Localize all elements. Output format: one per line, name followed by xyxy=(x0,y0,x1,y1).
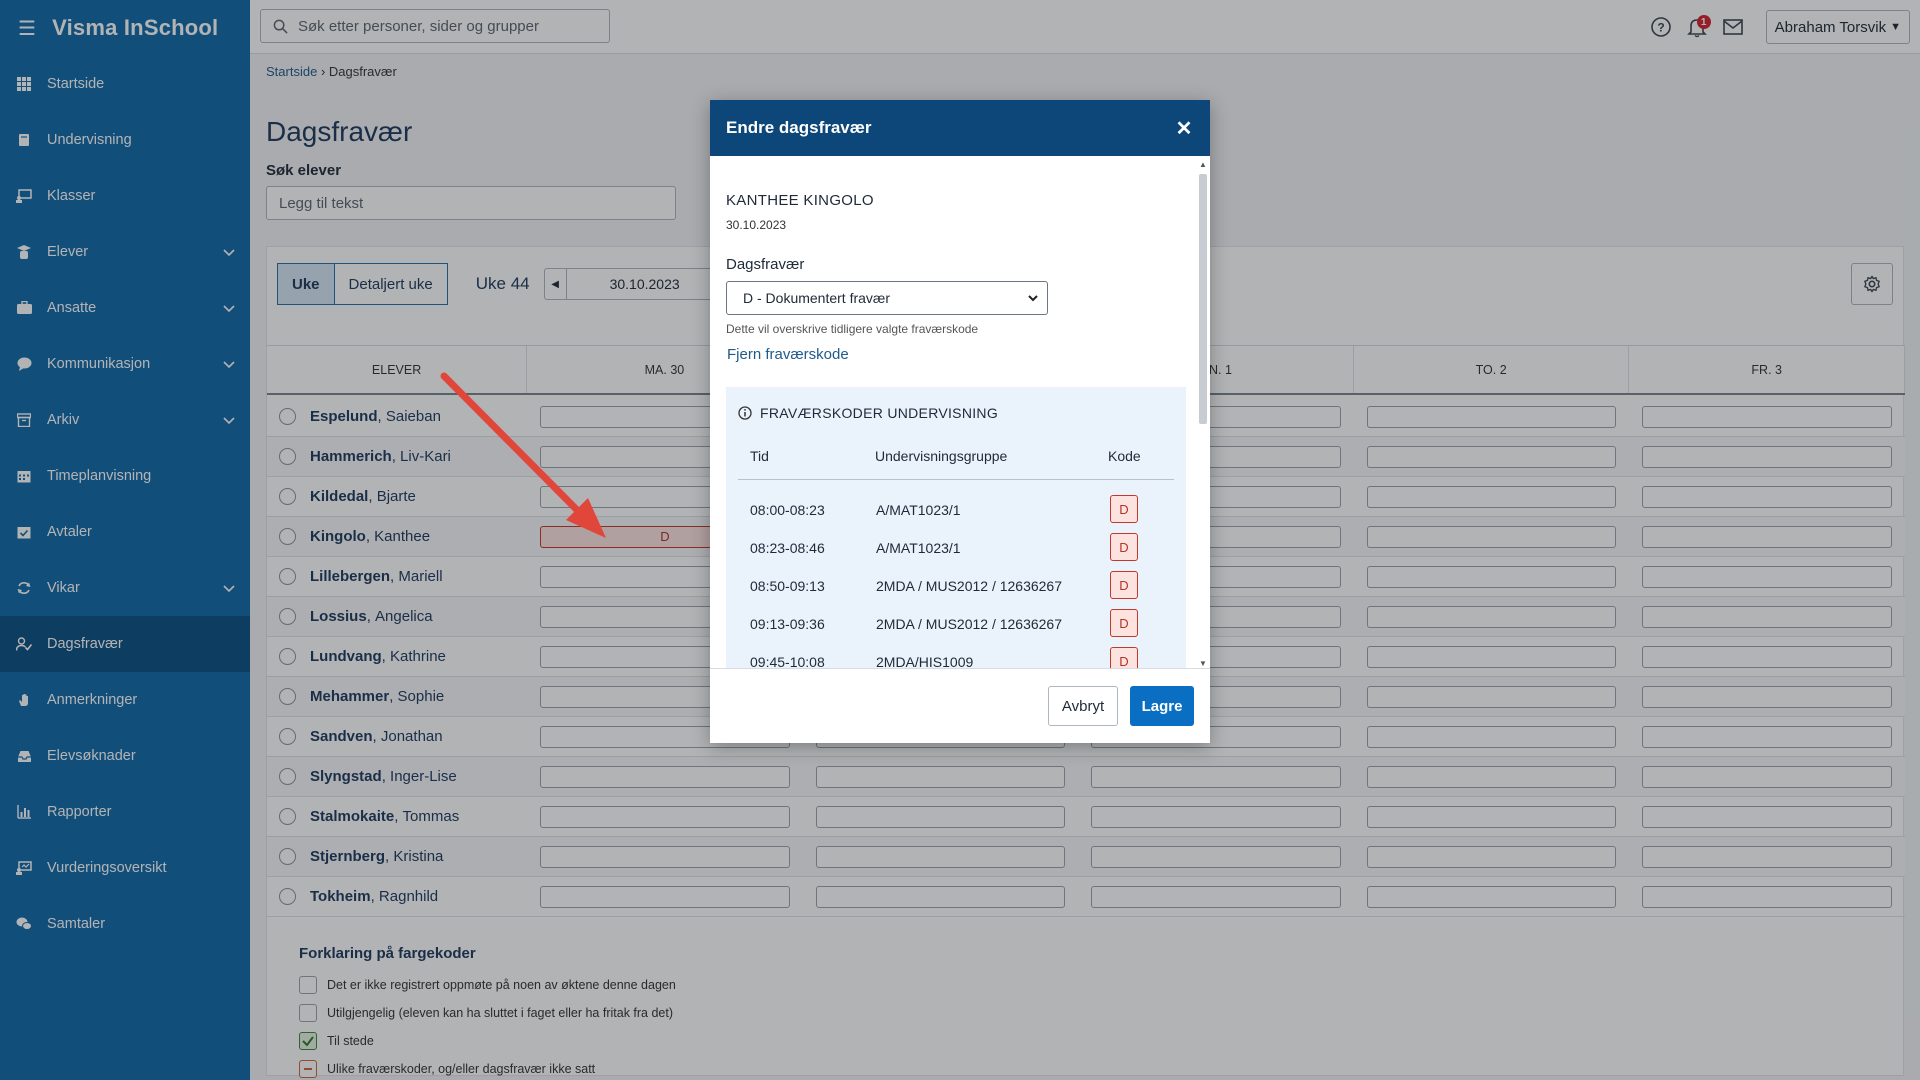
absence-select[interactable]: D - Dokumentert fravær xyxy=(726,281,1048,315)
chevron-down-icon xyxy=(1028,295,1038,302)
lesson-code-badge[interactable]: D xyxy=(1110,609,1138,637)
absence-select-value: D - Dokumentert fravær xyxy=(743,290,891,306)
save-button[interactable]: Lagre xyxy=(1130,686,1194,726)
lesson-group: A/MAT1023/1 xyxy=(876,540,961,556)
lesson-group: A/MAT1023/1 xyxy=(876,502,961,518)
edit-absence-dialog: Endre dagsfravær ✕ KANTHEE KINGOLO 30.10… xyxy=(710,100,1210,743)
dialog-header: Endre dagsfravær ✕ xyxy=(710,100,1210,156)
lesson-code-badge[interactable]: D xyxy=(1110,495,1138,523)
lesson-time: 08:50-09:13 xyxy=(750,578,825,594)
remove-absence-link[interactable]: Fjern fraværskode xyxy=(727,346,849,363)
lesson-time: 08:23-08:46 xyxy=(750,540,825,556)
dialog-scrollbar[interactable]: ▲ ▼ xyxy=(1198,160,1208,668)
scroll-down-icon[interactable]: ▼ xyxy=(1198,659,1208,668)
info-icon xyxy=(738,406,752,420)
dialog-date: 30.10.2023 xyxy=(726,218,787,232)
lesson-code-row: 08:23-08:46 A/MAT1023/1 D xyxy=(726,529,1186,567)
col-time-header: Tid xyxy=(750,448,769,464)
lesson-code-row: 08:00-08:23 A/MAT1023/1 D xyxy=(726,491,1186,529)
lesson-code-row: 09:45-10:08 2MDA/HIS1009 D xyxy=(726,643,1186,668)
dialog-footer: Avbryt Lagre xyxy=(710,668,1210,743)
lesson-codes-title-text: FRAVÆRSKODER UNDERVISNING xyxy=(760,405,999,421)
absence-select-label: Dagsfravær xyxy=(726,256,805,273)
lesson-code-row: 08:50-09:13 2MDA / MUS2012 / 12636267 D xyxy=(726,567,1186,605)
lesson-time: 09:13-09:36 xyxy=(750,616,825,632)
scroll-up-icon[interactable]: ▲ xyxy=(1198,160,1208,169)
lesson-group: 2MDA / MUS2012 / 12636267 xyxy=(876,578,1063,594)
dialog-student-name: KANTHEE KINGOLO xyxy=(726,192,874,209)
header-divider xyxy=(738,479,1174,480)
lesson-codes-section: FRAVÆRSKODER UNDERVISNING Tid Undervisni… xyxy=(726,387,1186,668)
lesson-codes-title: FRAVÆRSKODER UNDERVISNING xyxy=(738,405,998,421)
lesson-group: 2MDA/HIS1009 xyxy=(876,654,974,668)
lesson-time: 08:00-08:23 xyxy=(750,502,825,518)
dialog-title: Endre dagsfravær xyxy=(726,118,872,137)
lesson-code-row: 09:13-09:36 2MDA / MUS2012 / 12636267 D xyxy=(726,605,1186,643)
cancel-button[interactable]: Avbryt xyxy=(1048,686,1118,726)
col-group-header: Undervisningsgruppe xyxy=(875,448,1008,464)
scrollbar-thumb[interactable] xyxy=(1199,174,1207,424)
lesson-code-badge[interactable]: D xyxy=(1110,533,1138,561)
lesson-time: 09:45-10:08 xyxy=(750,654,825,668)
dialog-body[interactable]: KANTHEE KINGOLO 30.10.2023 Dagsfravær D … xyxy=(710,156,1210,668)
lesson-group: 2MDA / MUS2012 / 12636267 xyxy=(876,616,1063,632)
lesson-code-badge[interactable]: D xyxy=(1110,647,1138,668)
absence-hint: Dette vil overskrive tidligere valgte fr… xyxy=(726,322,979,336)
close-icon[interactable]: ✕ xyxy=(1174,118,1194,140)
col-code-header: Kode xyxy=(1108,448,1141,464)
lesson-code-badge[interactable]: D xyxy=(1110,571,1138,599)
